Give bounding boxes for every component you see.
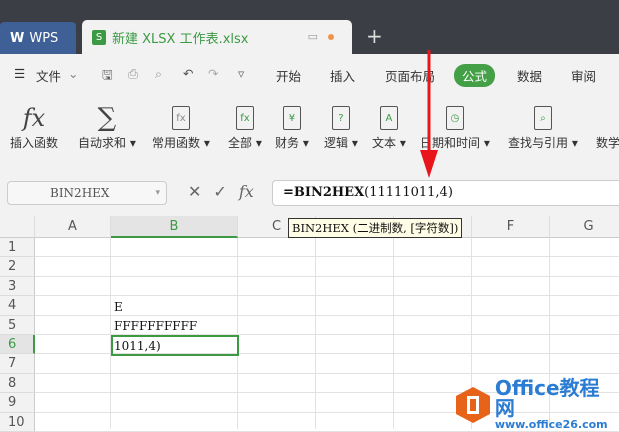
- menu-formula[interactable]: 公式: [454, 64, 496, 87]
- chevron-down-icon[interactable]: ⌄: [68, 66, 78, 81]
- name-box[interactable]: BIN2HEX ▾: [7, 181, 167, 205]
- redo-icon[interactable]: ↷: [208, 66, 218, 81]
- unsaved-dot-icon: [328, 34, 334, 40]
- row-header-8[interactable]: 8: [0, 373, 35, 394]
- menu-icon[interactable]: ☰: [14, 66, 25, 81]
- logic-icon: ?: [324, 102, 358, 134]
- row-header-6[interactable]: 6: [0, 335, 35, 355]
- menu-data[interactable]: 数据: [517, 66, 542, 85]
- cell-B6[interactable]: 1011,4): [114, 339, 161, 353]
- select-all-corner[interactable]: [0, 216, 35, 238]
- row-header-9[interactable]: 9: [0, 393, 35, 413]
- common-function-button[interactable]: fx 常用函数 ▾: [152, 102, 210, 151]
- wps-logo-icon: W: [10, 30, 25, 46]
- autosum-button[interactable]: ∑ 自动求和 ▾: [78, 102, 136, 151]
- watermark-logo: Office教程网 www.office26.com: [455, 378, 619, 431]
- all-function-button[interactable]: fx 全部 ▾: [228, 102, 262, 151]
- chevron-down-icon[interactable]: ▾: [155, 182, 160, 204]
- print-preview-icon[interactable]: ⌕: [155, 66, 162, 82]
- print-icon[interactable]: ⎙: [128, 66, 138, 82]
- grid-line: [35, 295, 619, 297]
- column-header-G[interactable]: G: [550, 216, 619, 238]
- row-header-5[interactable]: 5: [0, 315, 35, 335]
- common-function-icon: fx: [152, 102, 210, 134]
- menu-insert[interactable]: 插入: [330, 66, 355, 85]
- row-header-4[interactable]: 4: [0, 296, 35, 316]
- more-icon[interactable]: ▿: [238, 66, 244, 81]
- column-header-A[interactable]: A: [35, 216, 111, 238]
- cell-B4[interactable]: E: [114, 300, 123, 314]
- grid-line: [35, 256, 619, 258]
- function-tooltip: BIN2HEX (二进制数, [字符数]): [288, 218, 463, 238]
- lookup-button[interactable]: ⌕ 查找与引用 ▾: [508, 102, 578, 151]
- red-arrow-annotation: [420, 50, 438, 178]
- finance-button[interactable]: ¥ 财务 ▾: [275, 102, 309, 151]
- sum-icon: ∑: [97, 103, 117, 133]
- column-header-F[interactable]: F: [472, 216, 550, 238]
- math-button[interactable]: 数学: [596, 102, 619, 151]
- cell-B5[interactable]: FFFFFFFFFF: [114, 319, 197, 333]
- document-title: 新建 XLSX 工作表.xlsx: [112, 31, 249, 47]
- row-header-3[interactable]: 3: [0, 276, 35, 297]
- cancel-icon[interactable]: ✕: [188, 182, 201, 201]
- row-header-2[interactable]: 2: [0, 257, 35, 277]
- new-tab-button[interactable]: +: [366, 24, 383, 48]
- tab-document[interactable]: S 新建 XLSX 工作表.xlsx ▭: [82, 20, 352, 54]
- undo-icon[interactable]: ↶: [183, 66, 193, 81]
- menu-review[interactable]: 审阅: [571, 66, 596, 85]
- confirm-icon[interactable]: ✓: [213, 182, 226, 201]
- spreadsheet-icon: S: [92, 29, 106, 45]
- grid-line: [35, 314, 619, 316]
- save-icon[interactable]: 🖫: [102, 66, 113, 87]
- all-function-icon: fx: [228, 102, 262, 134]
- formula-input[interactable]: =BIN2HEX(11111011,4): [272, 180, 619, 206]
- finance-icon: ¥: [275, 102, 309, 134]
- text-button[interactable]: A 文本 ▾: [372, 102, 406, 151]
- formula-bar: BIN2HEX ▾ ✕ ✓ fx =BIN2HEX(11111011,4): [0, 168, 619, 216]
- row-header-1[interactable]: 1: [0, 238, 35, 258]
- grid-line: [35, 275, 619, 277]
- text-icon: A: [372, 102, 406, 134]
- office-logo-icon: [456, 386, 490, 423]
- column-header-B[interactable]: B: [111, 216, 238, 238]
- row-header-7[interactable]: 7: [0, 354, 35, 374]
- grid-line: [35, 372, 619, 374]
- insert-function-button[interactable]: fx 插入函数: [10, 102, 58, 151]
- logic-button[interactable]: ? 逻辑 ▾: [324, 102, 358, 151]
- row-header-10[interactable]: 10: [0, 412, 35, 432]
- title-bar: W WPS S 新建 XLSX 工作表.xlsx ▭ +: [0, 0, 619, 54]
- ribbon: fx 插入函数 ∑ 自动求和 ▾ fx 常用函数 ▾ fx 全部 ▾ ¥ 财务 ▾ ? 逻辑…: [0, 94, 619, 168]
- menu-start[interactable]: 开始: [276, 66, 301, 85]
- fx-icon[interactable]: fx: [239, 182, 254, 201]
- fx-icon: fx: [22, 104, 46, 132]
- file-menu[interactable]: 文件: [36, 66, 61, 85]
- math-icon: [596, 102, 619, 134]
- monitor-icon[interactable]: ▭: [308, 30, 318, 43]
- lookup-icon: ⌕: [508, 102, 578, 134]
- tab-wps[interactable]: W WPS: [0, 22, 76, 54]
